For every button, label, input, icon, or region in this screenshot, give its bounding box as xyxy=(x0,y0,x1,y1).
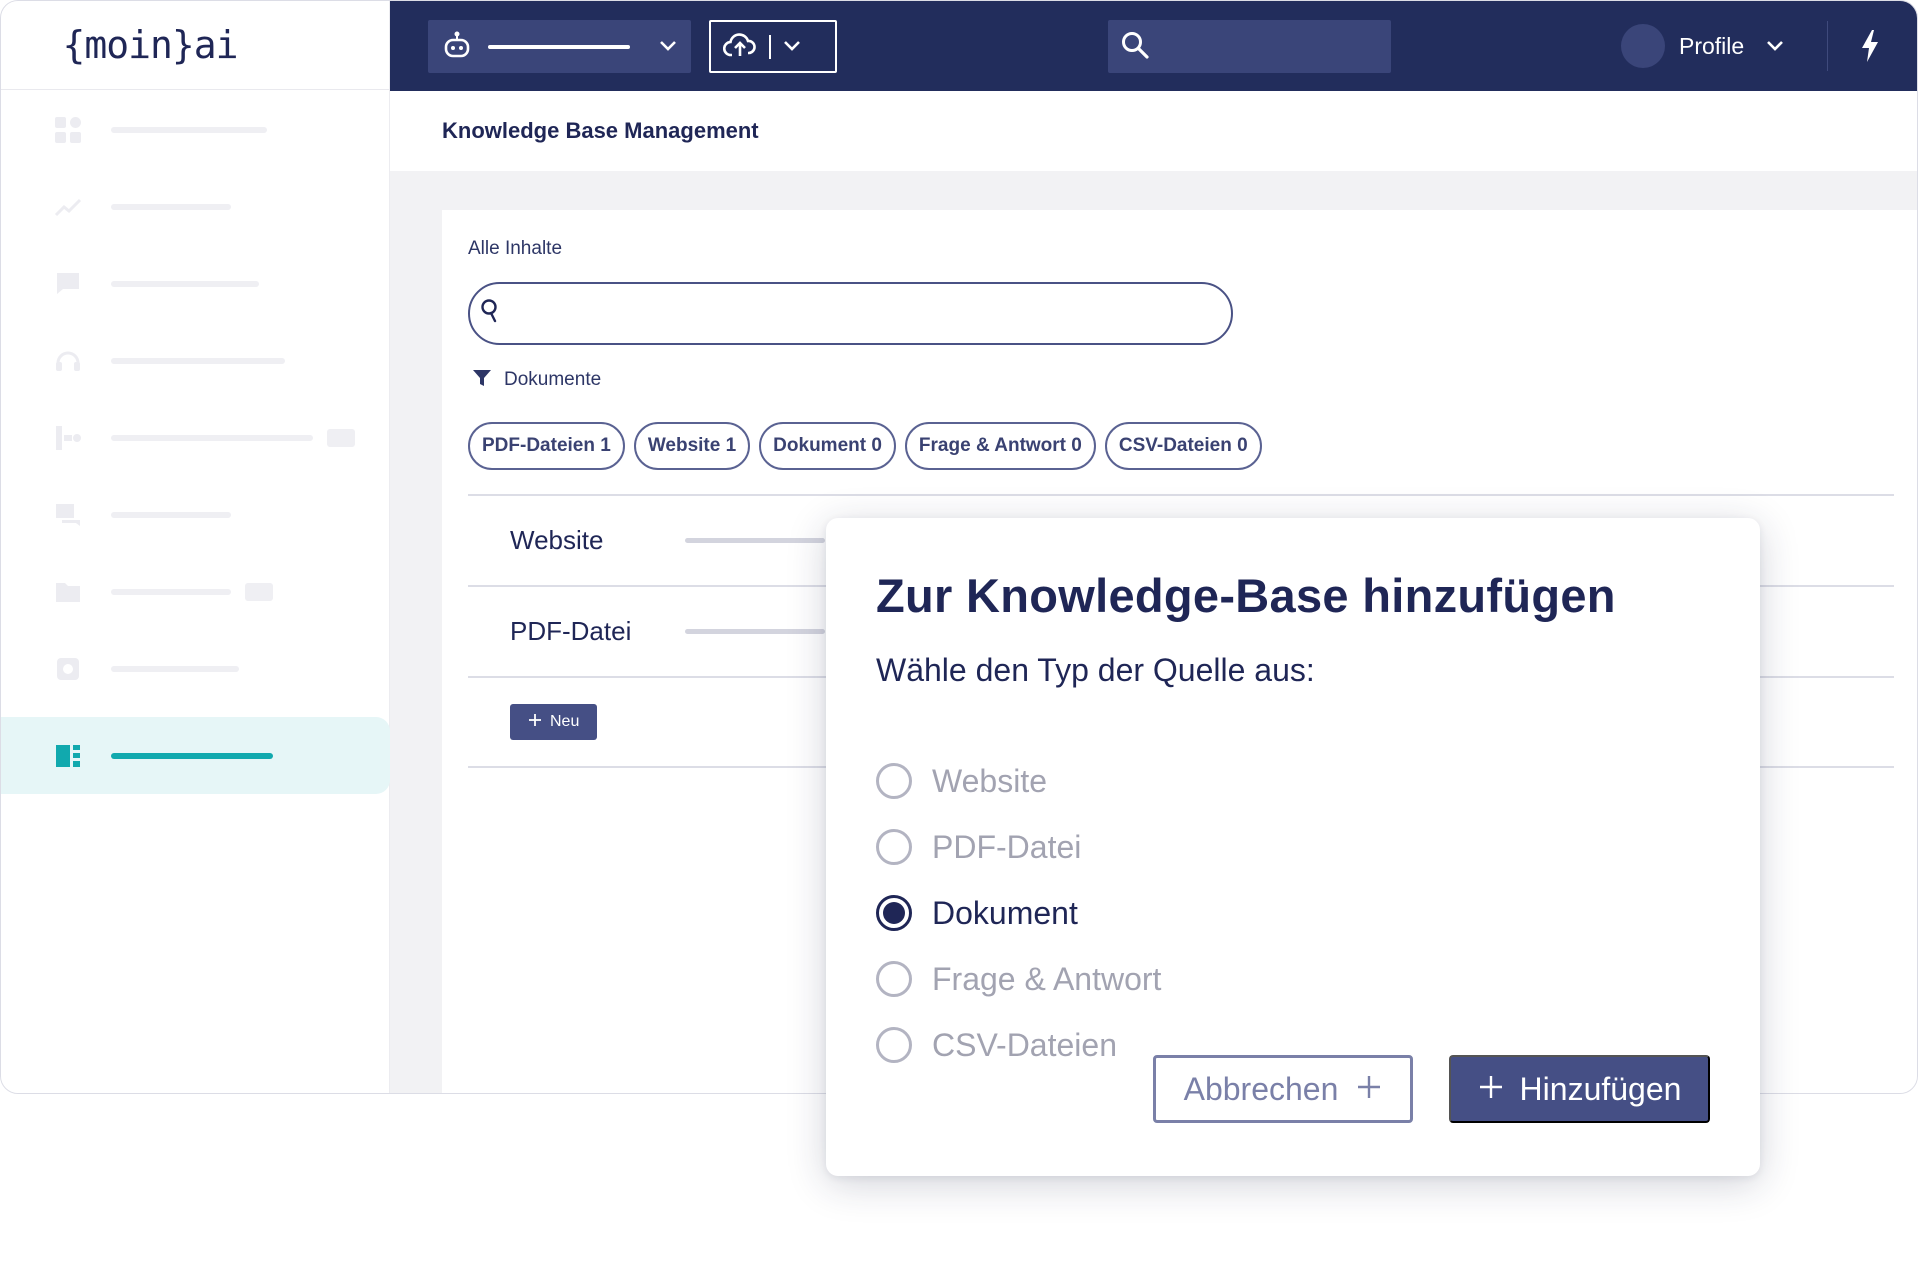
settings-icon xyxy=(53,654,83,684)
plus-icon xyxy=(528,713,542,732)
option-label: Website xyxy=(932,762,1048,799)
chip-pdf-dateien[interactable]: PDF-Dateien 1 xyxy=(468,422,625,470)
option-csv-dateien[interactable]: CSV-Dateien xyxy=(876,1012,1161,1078)
chevron-down-icon xyxy=(1766,37,1784,56)
dialog-title: Zur Knowledge-Base hinzufügen xyxy=(876,569,1616,622)
new-button-label: Neu xyxy=(550,713,580,730)
sidebar-item-label-placeholder xyxy=(111,203,231,210)
support-icon xyxy=(53,346,83,376)
radio-button[interactable] xyxy=(876,763,912,799)
robot-icon xyxy=(442,31,472,63)
option-dokument[interactable]: Dokument xyxy=(876,880,1161,946)
sidebar-item-files[interactable] xyxy=(1,553,390,630)
upload-button[interactable] xyxy=(709,20,837,73)
chat-icon xyxy=(53,500,83,530)
option-label: Frage & Antwort xyxy=(932,960,1162,997)
bolt-icon[interactable] xyxy=(1860,29,1880,67)
cancel-button[interactable]: Abbrechen xyxy=(1153,1055,1413,1123)
sidebar-item-knowledge-base[interactable] xyxy=(1,717,390,794)
divider xyxy=(1827,21,1828,71)
option-label: PDF-Datei xyxy=(932,828,1082,865)
new-button[interactable]: Neu xyxy=(510,704,598,740)
search-icon xyxy=(480,297,502,331)
topbar: Profile xyxy=(390,1,1917,91)
sidebar-item-label-placeholder xyxy=(111,126,267,133)
sidebar-item-label-placeholder xyxy=(111,665,239,672)
radio-button[interactable] xyxy=(876,829,912,865)
cloud-upload-icon xyxy=(722,32,757,62)
option-label: Dokument xyxy=(932,894,1078,931)
chip-frage-antwort[interactable]: Frage & Antwort 0 xyxy=(904,422,1096,470)
divider xyxy=(769,34,771,59)
chevron-down-icon xyxy=(783,37,801,56)
radio-button[interactable] xyxy=(876,961,912,997)
bot-name-placeholder xyxy=(488,44,630,49)
filter-toggle[interactable]: Dokumente xyxy=(472,368,601,392)
sidebar-item-label-placeholder xyxy=(111,280,259,287)
profile-label: Profile xyxy=(1679,32,1745,59)
analytics-icon xyxy=(53,192,83,222)
sidebar-nav xyxy=(1,91,390,794)
sidebar: {moin}ai xyxy=(1,1,390,1093)
avatar xyxy=(1621,24,1665,68)
add-button-label: Hinzufügen xyxy=(1519,1070,1682,1107)
plus-icon xyxy=(1478,1071,1504,1108)
messages-icon xyxy=(53,269,83,299)
add-source-dialog: Zur Knowledge-Base hinzufügen Wähle den … xyxy=(826,518,1760,1176)
sidebar-item-support[interactable] xyxy=(1,322,390,399)
radio-button-checked[interactable] xyxy=(876,895,912,931)
list-item-placeholder xyxy=(685,538,825,543)
dialog-subtitle: Wähle den Typ der Quelle aus: xyxy=(876,652,1315,688)
sidebar-item-chat[interactable] xyxy=(1,476,390,553)
logo[interactable]: {moin}ai xyxy=(62,23,238,67)
badge-placeholder xyxy=(327,428,355,447)
sidebar-item-label-placeholder xyxy=(111,357,285,364)
sidebar-item-label-placeholder xyxy=(111,588,231,595)
sidebar-item-label-placeholder xyxy=(111,434,313,441)
bot-selector[interactable] xyxy=(428,20,691,73)
dashboard-icon xyxy=(53,115,83,145)
sidebar-item-dashboard[interactable] xyxy=(1,91,390,168)
option-frage-antwort[interactable]: Frage & Antwort xyxy=(876,946,1161,1012)
cancel-button-label: Abbrechen xyxy=(1183,1070,1339,1107)
badge-placeholder xyxy=(245,582,273,601)
add-button[interactable]: Hinzufügen xyxy=(1449,1055,1710,1123)
sidebar-item-label-placeholder xyxy=(111,752,273,759)
option-pdf-datei[interactable]: PDF-Datei xyxy=(876,814,1161,880)
sidebar-item-analytics[interactable] xyxy=(1,168,390,245)
sidebar-item-settings[interactable] xyxy=(1,630,390,707)
option-label: CSV-Dateien xyxy=(932,1026,1117,1063)
chip-dokument[interactable]: Dokument 0 xyxy=(759,422,896,470)
radio-button[interactable] xyxy=(876,1027,912,1063)
chevron-down-icon xyxy=(659,37,677,56)
chip-csv-dateien[interactable]: CSV-Dateien 0 xyxy=(1104,422,1262,470)
filter-icon xyxy=(472,368,492,392)
flow-icon xyxy=(53,423,83,453)
page-title: Knowledge Base Management xyxy=(442,118,759,143)
chip-website[interactable]: Website 1 xyxy=(633,422,751,470)
profile-menu[interactable]: Profile xyxy=(1621,23,1784,69)
filter-chips: PDF-Dateien 1 Website 1 Dokument 0 Frage… xyxy=(468,422,1262,470)
sidebar-item-messages[interactable] xyxy=(1,245,390,322)
sidebar-item-label-placeholder xyxy=(111,511,231,518)
global-search-input[interactable] xyxy=(1108,20,1391,73)
content-search-input[interactable] xyxy=(468,282,1233,345)
list-item-label: PDF-Datei xyxy=(510,616,632,646)
list-item-label: Website xyxy=(510,525,604,555)
list-item-placeholder xyxy=(685,629,825,634)
knowledge-base-icon xyxy=(53,741,83,771)
folder-icon xyxy=(53,577,83,607)
section-label: Alle Inhalte xyxy=(468,238,563,259)
filter-label: Dokumente xyxy=(504,369,602,390)
plus-icon xyxy=(1356,1071,1382,1108)
radio-dot xyxy=(883,902,905,924)
page-header: Knowledge Base Management xyxy=(390,91,1917,171)
option-website[interactable]: Website xyxy=(876,748,1161,814)
source-type-options: Website PDF-Datei Dokument Frage & Antwo… xyxy=(876,748,1161,1078)
search-icon xyxy=(1120,30,1150,64)
logo-area: {moin}ai xyxy=(1,1,389,90)
sidebar-item-flows[interactable] xyxy=(1,399,390,476)
